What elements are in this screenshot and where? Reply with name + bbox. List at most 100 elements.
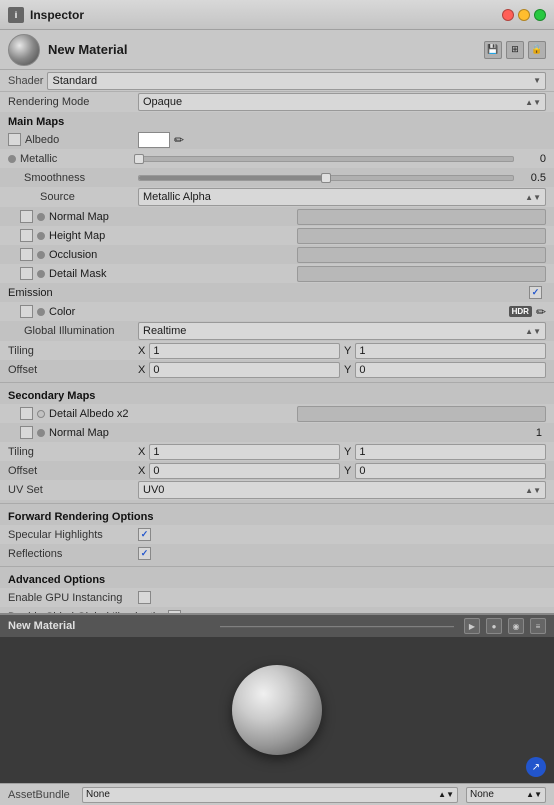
- emission-checkbox[interactable]: [529, 286, 542, 299]
- minimize-button[interactable]: [518, 9, 530, 21]
- height-map-slot[interactable]: [297, 228, 547, 244]
- color-indicator: [37, 308, 45, 316]
- shader-dropdown-arrow: ▼: [533, 76, 541, 85]
- sec-tiling-y-label: Y: [344, 446, 351, 458]
- color-label: Color: [49, 306, 509, 318]
- shader-dropdown[interactable]: Standard ▼: [47, 72, 546, 90]
- tiling-y-input[interactable]: 1: [355, 343, 546, 359]
- occlusion-indicator: [37, 251, 45, 259]
- detail-mask-checkbox[interactable]: [20, 267, 33, 280]
- normal-map-label: Normal Map: [49, 211, 297, 223]
- height-map-checkbox[interactable]: [20, 229, 33, 242]
- normal-map-row: Normal Map: [0, 207, 554, 226]
- rendering-mode-selected: Opaque: [143, 96, 182, 108]
- offset-x-input[interactable]: 0: [149, 362, 340, 378]
- specular-highlights-checkbox[interactable]: [138, 528, 151, 541]
- occlusion-checkbox[interactable]: [20, 248, 33, 261]
- global-illumination-value: Realtime ▲▼: [138, 322, 546, 340]
- secondary-normal-indicator: [37, 429, 45, 437]
- source-selected: Metallic Alpha: [143, 191, 211, 203]
- offset-x-label: X: [138, 364, 145, 376]
- uv-set-value: UV0 ▲▼: [138, 481, 546, 499]
- detail-mask-indicator: [37, 270, 45, 278]
- content-area: Rendering Mode Opaque ▲▼ Main Maps Albed…: [0, 92, 554, 613]
- corner-icon: ↗: [532, 762, 540, 773]
- lock-icon[interactable]: 🔒: [528, 41, 546, 59]
- detail-mask-label: Detail Mask: [49, 268, 297, 280]
- save-icon[interactable]: 💾: [484, 41, 502, 59]
- secondary-normal-checkbox[interactable]: [20, 426, 33, 439]
- asset-bundle-dropdown-2[interactable]: None ▲▼: [466, 787, 546, 803]
- maximize-button[interactable]: [534, 9, 546, 21]
- specular-highlights-row: Specular Highlights: [0, 525, 554, 544]
- smoothness-thumb[interactable]: [321, 173, 331, 183]
- albedo-value: ✏: [138, 132, 546, 148]
- tiling-x-input[interactable]: 1: [149, 343, 340, 359]
- color-edit-icon[interactable]: ✏: [536, 305, 546, 319]
- material-header: New Material 💾 ⊞ 🔒: [0, 30, 554, 70]
- metallic-value: 0: [138, 153, 546, 165]
- preview-corner-button[interactable]: ↗: [526, 757, 546, 777]
- tiling-y-label: Y: [344, 345, 351, 357]
- sec-tiling-x-input[interactable]: 1: [149, 444, 340, 460]
- rendering-mode-arrow: ▲▼: [525, 98, 541, 107]
- enable-gpu-checkbox[interactable]: [138, 591, 151, 604]
- global-illumination-dropdown[interactable]: Realtime ▲▼: [138, 322, 546, 340]
- smoothness-row: Smoothness 0.5: [0, 168, 554, 187]
- height-map-row: Height Map: [0, 226, 554, 245]
- sec-offset-y-input[interactable]: 0: [355, 463, 546, 479]
- secondary-normal-value: 1: [536, 427, 542, 439]
- occlusion-slot[interactable]: [297, 247, 547, 263]
- forward-rendering-header: Forward Rendering Options: [0, 507, 554, 525]
- albedo-checkbox[interactable]: [8, 133, 21, 146]
- normal-map-slot[interactable]: [297, 209, 547, 225]
- occlusion-row: Occlusion: [0, 245, 554, 264]
- detail-albedo-slot[interactable]: [297, 406, 547, 422]
- uv-set-dropdown[interactable]: UV0 ▲▼: [138, 481, 546, 499]
- preview-dot-btn[interactable]: ●: [486, 618, 502, 634]
- secondary-maps-header: Secondary Maps: [0, 386, 554, 404]
- smoothness-number: 0.5: [518, 172, 546, 184]
- metallic-indicator: [8, 155, 16, 163]
- hdr-badge: HDR: [509, 306, 532, 317]
- double-dot-icon: ◉: [513, 622, 520, 631]
- asset-bundle-label: AssetBundle: [8, 789, 78, 801]
- offset-y-input[interactable]: 0: [355, 362, 546, 378]
- occlusion-label: Occlusion: [49, 249, 297, 261]
- reflections-label: Reflections: [8, 548, 138, 560]
- inspector-window: i Inspector New Material 💾 ⊞ 🔒 Shader St…: [0, 0, 554, 805]
- preview-menu-btn[interactable]: ≡: [530, 618, 546, 634]
- specular-highlights-value: [138, 528, 546, 541]
- albedo-edit-icon[interactable]: ✏: [174, 133, 184, 147]
- main-offset-label: Offset: [8, 364, 138, 376]
- albedo-color-swatch[interactable]: [138, 132, 170, 148]
- preview-double-dot-btn[interactable]: ◉: [508, 618, 524, 634]
- secondary-normal-label: Normal Map: [49, 427, 536, 439]
- preview-play-btn[interactable]: ▶: [464, 618, 480, 634]
- detail-albedo-row: Detail Albedo x2: [0, 404, 554, 423]
- main-maps-header: Main Maps: [0, 112, 554, 130]
- source-dropdown[interactable]: Metallic Alpha ▲▼: [138, 188, 546, 206]
- detail-albedo-label: Detail Albedo x2: [49, 408, 297, 420]
- secondary-normal-row: Normal Map 1: [0, 423, 554, 442]
- sec-offset-x-label: X: [138, 465, 145, 477]
- color-checkbox[interactable]: [20, 305, 33, 318]
- source-arrow: ▲▼: [525, 193, 541, 202]
- sec-offset-x-input[interactable]: 0: [149, 463, 340, 479]
- rendering-mode-dropdown[interactable]: Opaque ▲▼: [138, 93, 546, 111]
- close-button[interactable]: [502, 9, 514, 21]
- offset-y-label: Y: [344, 364, 351, 376]
- secondary-tiling-row: Tiling X 1 Y 1: [0, 442, 554, 461]
- detail-albedo-checkbox[interactable]: [20, 407, 33, 420]
- detail-mask-slot[interactable]: [297, 266, 547, 282]
- settings-icon[interactable]: ⊞: [506, 41, 524, 59]
- smoothness-value: 0.5: [138, 172, 546, 184]
- normal-map-checkbox[interactable]: [20, 210, 33, 223]
- metallic-thumb[interactable]: [134, 154, 144, 164]
- reflections-checkbox[interactable]: [138, 547, 151, 560]
- preview-title: New Material: [8, 620, 214, 632]
- metallic-label: Metallic: [8, 153, 138, 165]
- sec-tiling-y-input[interactable]: 1: [355, 444, 546, 460]
- asset-bundle-dropdown-1[interactable]: None ▲▼: [82, 787, 458, 803]
- main-tiling-label: Tiling: [8, 345, 138, 357]
